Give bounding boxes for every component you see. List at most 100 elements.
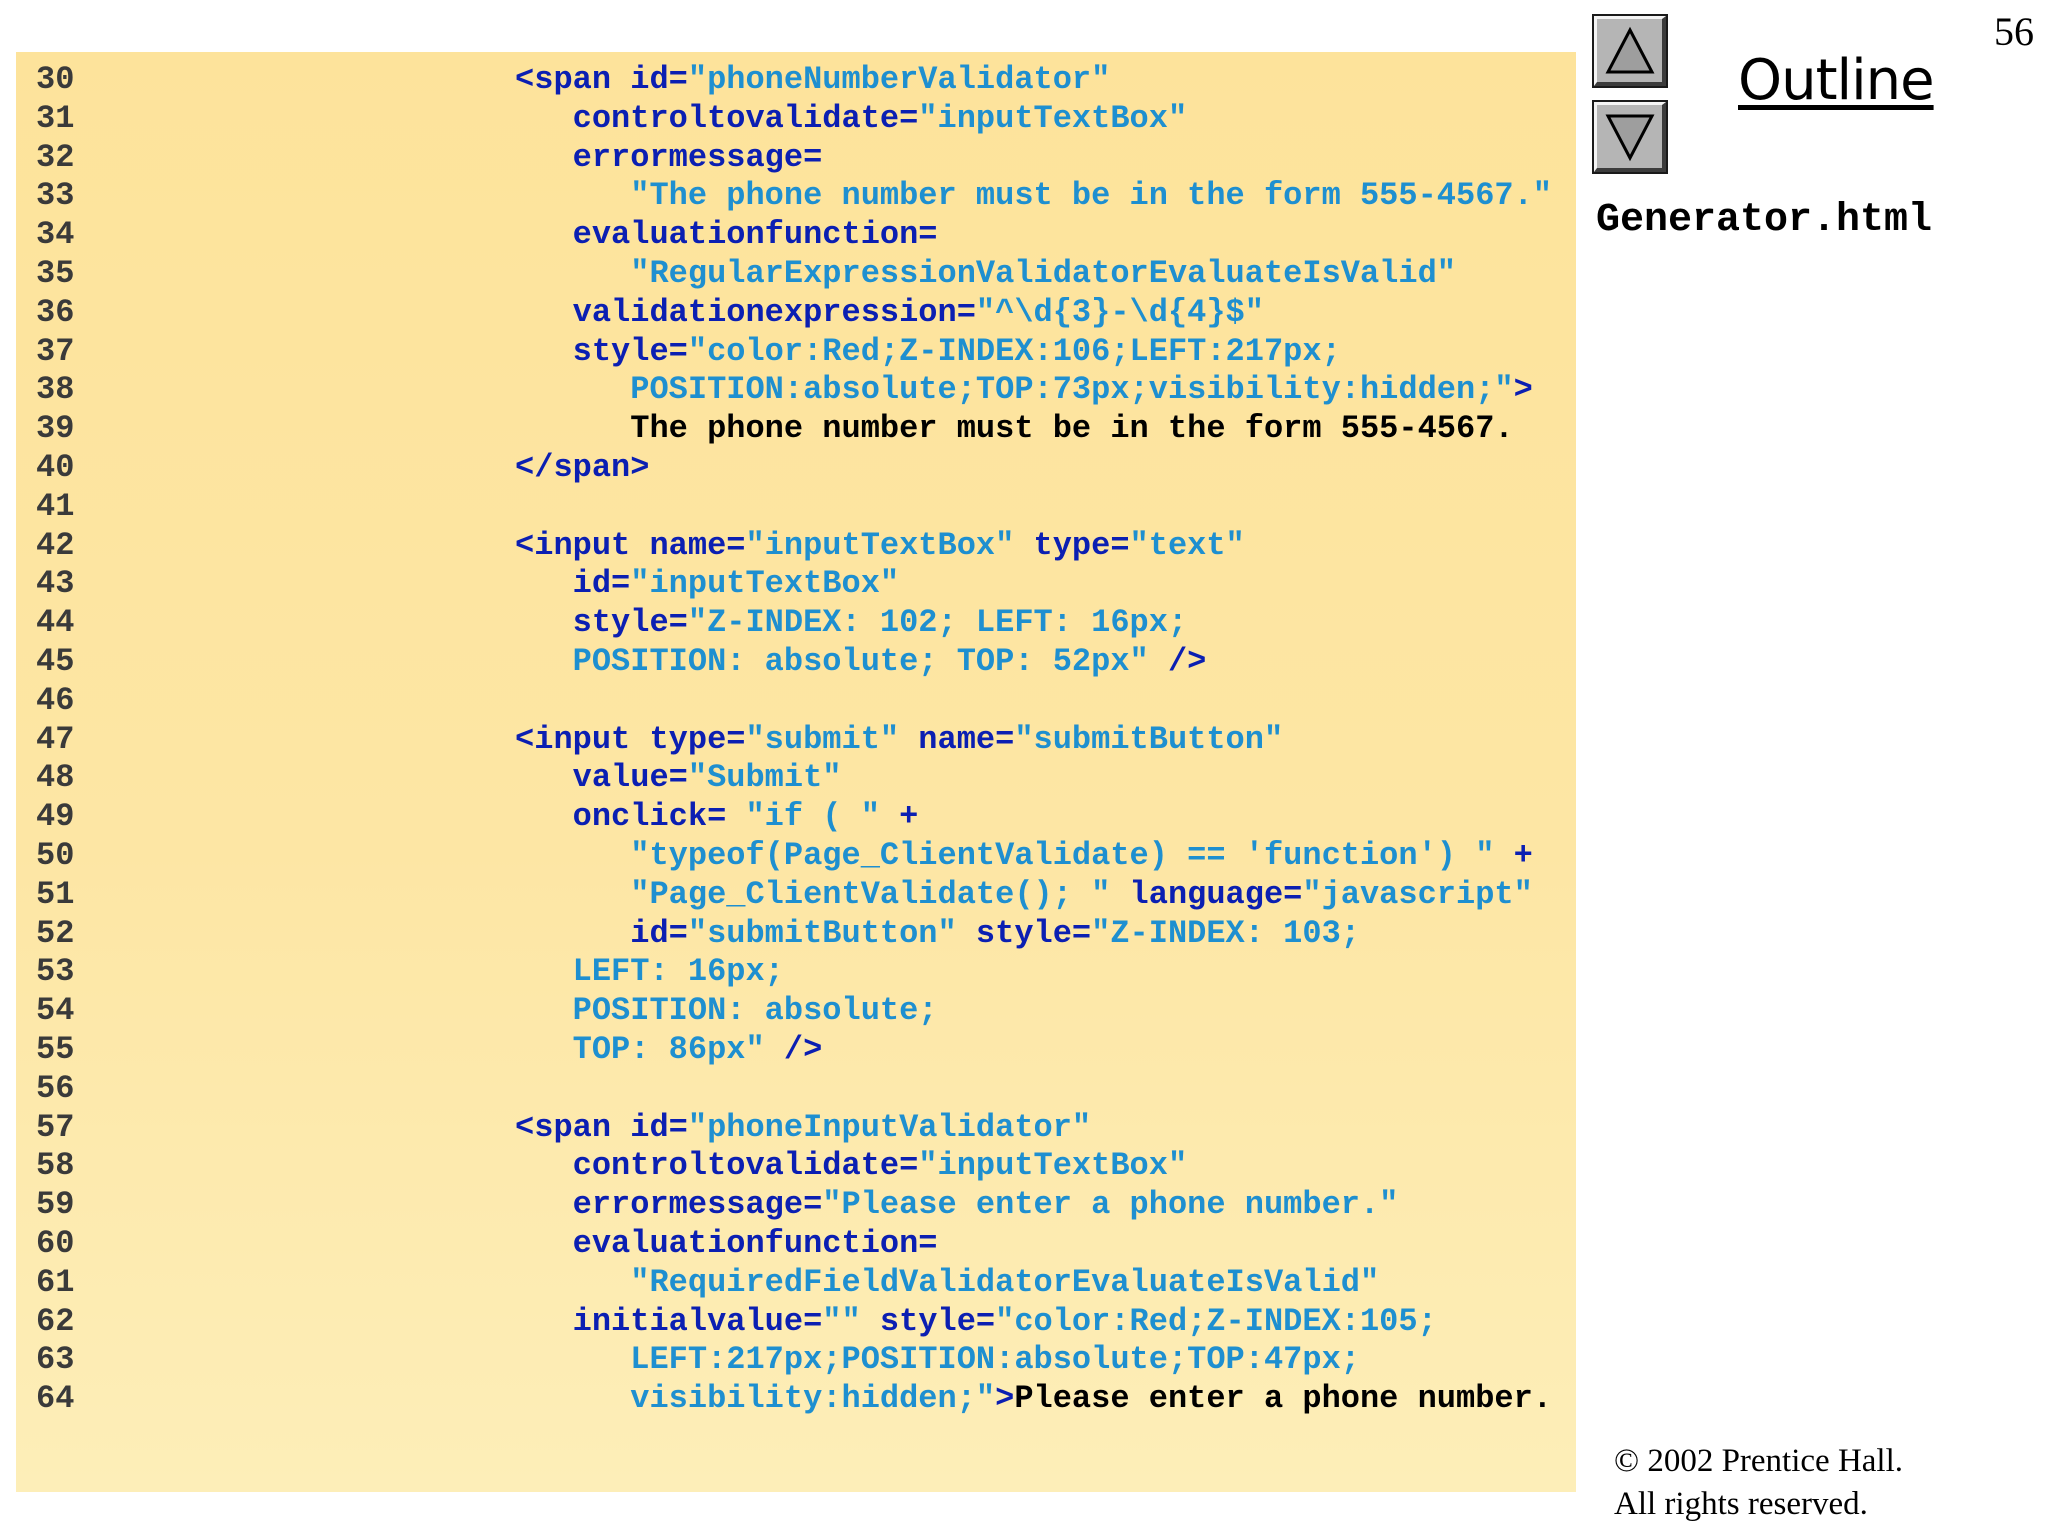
line-number: 52 <box>36 914 75 952</box>
code-token: controltovalidate= <box>323 99 919 137</box>
code-text: errormessage= <box>323 138 823 178</box>
code-text: The phone number must be in the form 555… <box>323 410 1514 449</box>
line-number: 59 <box>36 1186 75 1224</box>
code-token: language= <box>1110 875 1303 913</box>
code-text: <input name="inputTextBox" type="text" <box>323 527 1245 566</box>
line-number: 35 <box>36 254 75 292</box>
code-token: evaluationfunction= <box>323 1224 938 1262</box>
code-line: 57 <span id="phoneInputValidator" <box>16 1109 1576 1148</box>
code-token: The phone number must be in the form 555… <box>323 410 1514 448</box>
code-token: onclick= <box>323 798 746 836</box>
code-token: TOP: 86px" <box>323 1030 765 1068</box>
code-token: "inputTextBox" <box>745 526 1015 564</box>
code-line: 33 "The phone number must be in the form… <box>16 177 1576 216</box>
code-line: 62 initialvalue="" style="color:Red;Z-IN… <box>16 1303 1576 1342</box>
code-line: 54 POSITION: absolute; <box>16 992 1576 1031</box>
code-text: onclick= "if ( " + <box>323 798 919 837</box>
code-token: "submitButton" <box>687 914 957 952</box>
code-text: TOP: 86px" /> <box>323 1030 823 1070</box>
line-number: 60 <box>36 1224 75 1262</box>
code-text: LEFT: 16px; <box>323 953 784 992</box>
code-token: "text" <box>1129 526 1245 564</box>
code-token: "submitButton" <box>1014 720 1284 758</box>
code-token: "The phone number must be in the form 55… <box>323 177 1552 215</box>
code-token: style= <box>323 332 688 370</box>
line-number: 39 <box>36 410 75 448</box>
code-text: id="submitButton" style="Z-INDEX: 103; <box>323 915 1360 954</box>
code-text: evaluationfunction= <box>323 216 938 255</box>
line-number: 36 <box>36 293 75 331</box>
file-name: Generator.html <box>1596 198 1933 243</box>
code-line: 56 <box>16 1070 1576 1109</box>
code-token: errormessage= <box>323 1186 823 1224</box>
code-line: 46 <box>16 682 1576 721</box>
code-token: "phoneNumberValidator" <box>687 61 1111 98</box>
code-text: POSITION: absolute; <box>323 992 938 1031</box>
code-token: style= <box>860 1302 996 1340</box>
next-slide-button[interactable] <box>1592 100 1668 174</box>
code-token: + <box>1494 836 1533 874</box>
code-token: <input type= <box>323 720 746 758</box>
code-line: 40 </span> <box>16 449 1576 488</box>
copyright-notice: © 2002 Prentice Hall. All rights reserve… <box>1614 1440 1903 1526</box>
line-number: 54 <box>36 992 75 1030</box>
code-token: "color:Red;Z-INDEX:106;LEFT:217px; <box>687 332 1341 370</box>
outline-link[interactable]: Outline <box>1738 48 1935 113</box>
line-number: 32 <box>36 138 75 176</box>
line-number: 63 <box>36 1341 75 1379</box>
code-text: "RequiredFieldValidatorEvaluateIsValid" <box>323 1264 1379 1303</box>
line-number: 57 <box>36 1108 75 1146</box>
code-token: + <box>879 798 919 836</box>
code-token: /> <box>764 1030 823 1068</box>
up-arrow-icon <box>1605 26 1655 74</box>
code-token: Please enter a phone number. <box>1014 1380 1552 1418</box>
code-token: id= <box>323 914 688 952</box>
code-text: <span id="phoneInputValidator" <box>323 1109 1091 1148</box>
line-number: 51 <box>36 875 75 913</box>
down-arrow-icon <box>1605 114 1655 162</box>
code-line: 64 visibility:hidden;">Please enter a ph… <box>16 1380 1576 1419</box>
copyright-line-1: © 2002 Prentice Hall. <box>1614 1443 1904 1479</box>
page-number: 56 <box>1994 9 2034 54</box>
code-token: "phoneInputValidator" <box>687 1108 1092 1146</box>
code-token: <span id= <box>323 61 688 98</box>
line-number: 62 <box>36 1302 75 1340</box>
line-number: 43 <box>36 565 75 603</box>
code-token: style= <box>323 604 688 642</box>
code-token: "Please enter a phone number." <box>822 1186 1399 1224</box>
code-token: POSITION:absolute;TOP:73px;visibility:hi… <box>323 371 1514 409</box>
code-text: value="Submit" <box>323 759 842 798</box>
line-number: 31 <box>36 99 75 137</box>
line-number: 56 <box>36 1069 75 1107</box>
code-text: <span id="phoneNumberValidator" <box>323 61 1110 100</box>
line-number: 30 <box>36 61 75 98</box>
code-text: POSITION: absolute; TOP: 52px" /> <box>323 642 1207 682</box>
code-token: "typeof(Page_ClientValidate) == 'functio… <box>323 836 1495 874</box>
code-token: errormessage= <box>323 138 823 176</box>
line-number: 55 <box>36 1030 75 1068</box>
line-number: 41 <box>36 487 75 525</box>
code-listing: 30 <span id="phoneNumberValidator" 31 con… <box>16 52 1576 1492</box>
line-number: 53 <box>36 953 75 991</box>
code-line: 34 evaluationfunction= <box>16 216 1576 255</box>
code-line: 50 "typeof(Page_ClientValidate) == 'func… <box>16 837 1576 876</box>
code-text: "RegularExpressionValidatorEvaluateIsVal… <box>323 255 1456 294</box>
code-token: POSITION: absolute; TOP: 52px" <box>323 642 1149 680</box>
code-token: "inputTextBox" <box>630 565 900 603</box>
code-token: "Page_ClientValidate(); " <box>323 875 1111 913</box>
code-text: errormessage="Please enter a phone numbe… <box>323 1186 1399 1225</box>
code-line: 36 validationexpression="^\d{3}-\d{4}$" <box>16 294 1576 333</box>
code-text: "Page_ClientValidate(); " language="java… <box>323 876 1533 915</box>
code-token: type= <box>1014 526 1130 564</box>
code-token: > <box>995 1380 1015 1418</box>
line-number: 64 <box>36 1380 75 1418</box>
code-text: "typeof(Page_ClientValidate) == 'functio… <box>323 837 1533 876</box>
line-number: 49 <box>36 798 75 836</box>
line-number: 46 <box>36 681 75 719</box>
code-line: 31 controltovalidate="inputTextBox" <box>16 100 1576 139</box>
code-text: initialvalue="" style="color:Red;Z-INDEX… <box>323 1303 1437 1342</box>
code-line: 35 "RegularExpressionValidatorEvaluateIs… <box>16 255 1576 294</box>
previous-slide-button[interactable] <box>1592 14 1668 88</box>
line-number: 40 <box>36 448 75 486</box>
code-text: evaluationfunction= <box>323 1225 938 1264</box>
